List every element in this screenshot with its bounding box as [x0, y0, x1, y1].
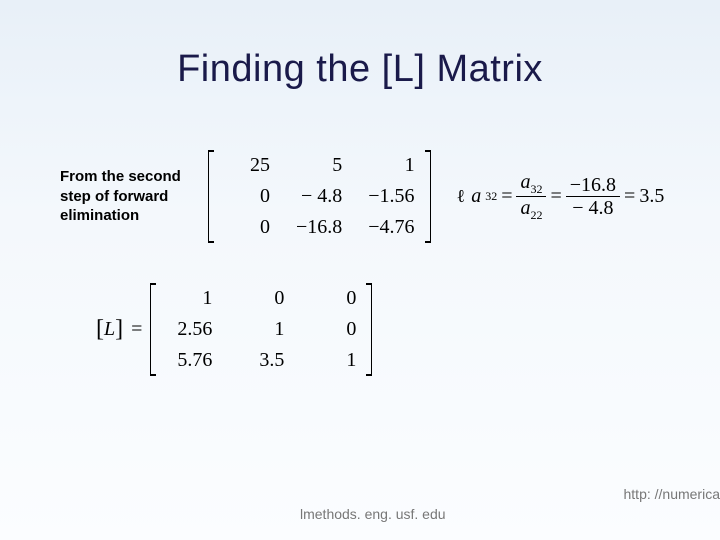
ell-glyph: ℓ [457, 186, 466, 207]
row-step2: From the second step of forward eliminat… [60, 150, 700, 243]
footer-left-text: lmethods. eng. usf. edu [300, 506, 446, 522]
bracket-left-icon [150, 283, 156, 376]
m1-r1c3: 1 [368, 154, 414, 177]
slide-title: Finding the [L] Matrix [0, 0, 720, 91]
lhs-sub: 32 [485, 189, 497, 204]
multiplier-equation: ℓ a32 = a32 a22 = −16.8 − 4.8 = 3.5 [457, 171, 665, 222]
matrix-intermediate: 25 5 1 0 − 4.8 −1.56 0 −16.8 −4.76 [208, 150, 431, 243]
den-sub: 22 [530, 208, 542, 222]
eq-sign-3: = [624, 185, 635, 208]
matrix-L-grid: 1 0 0 2.56 1 0 5.76 3.5 1 [156, 283, 366, 376]
lhs-var: a [471, 185, 481, 208]
frac-den-val: − 4.8 [568, 197, 617, 219]
row-L-matrix: [ L ] = 1 0 0 2.56 1 0 5.76 3.5 1 [96, 283, 700, 376]
eq-sign-1: = [501, 185, 512, 208]
m1-r3c1: 0 [224, 216, 270, 239]
m1-r2c1: 0 [224, 185, 270, 208]
bracket-left-icon [208, 150, 214, 243]
L-letter: L [104, 318, 115, 341]
slide-content: From the second step of forward eliminat… [60, 150, 700, 376]
m2-r2c1: 2.56 [166, 318, 212, 341]
m2-r2c3: 0 [310, 318, 356, 341]
m1-r2c3: −1.56 [368, 185, 414, 208]
m1-r1c1: 25 [224, 154, 270, 177]
den-var: a [520, 197, 530, 219]
m1-r2c2: − 4.8 [296, 185, 342, 208]
bracket-right-icon [366, 283, 372, 376]
frac-numeric: −16.8 − 4.8 [566, 174, 620, 219]
footer-right-text: http: //numerica [624, 486, 720, 502]
frac-num-val: −16.8 [566, 174, 620, 197]
m2-r1c3: 0 [310, 287, 356, 310]
m2-r3c3: 1 [310, 349, 356, 372]
num-var: a [520, 171, 530, 193]
m1-r1c2: 5 [296, 154, 342, 177]
num-sub: 32 [530, 182, 542, 196]
m2-r2c2: 1 [238, 318, 284, 341]
matrix-L: 1 0 0 2.56 1 0 5.76 3.5 1 [150, 283, 372, 376]
m1-r3c2: −16.8 [296, 216, 342, 239]
matrix-grid: 25 5 1 0 − 4.8 −1.56 0 −16.8 −4.76 [214, 150, 425, 243]
eq-sign-2: = [550, 185, 561, 208]
m2-r3c2: 3.5 [238, 349, 284, 372]
rbracket: ] [115, 316, 123, 343]
caption-text: From the second step of forward eliminat… [60, 167, 190, 226]
m1-r3c3: −4.76 [368, 216, 414, 239]
eq-sign-L: = [131, 318, 142, 341]
lbracket: [ [96, 316, 104, 343]
frac-symbolic: a32 a22 [516, 171, 546, 222]
m2-r3c1: 5.76 [166, 349, 212, 372]
bracket-right-icon [425, 150, 431, 243]
m2-r1c1: 1 [166, 287, 212, 310]
result-value: 3.5 [639, 185, 664, 208]
L-label: [ L ] [96, 316, 123, 343]
m2-r1c2: 0 [238, 287, 284, 310]
